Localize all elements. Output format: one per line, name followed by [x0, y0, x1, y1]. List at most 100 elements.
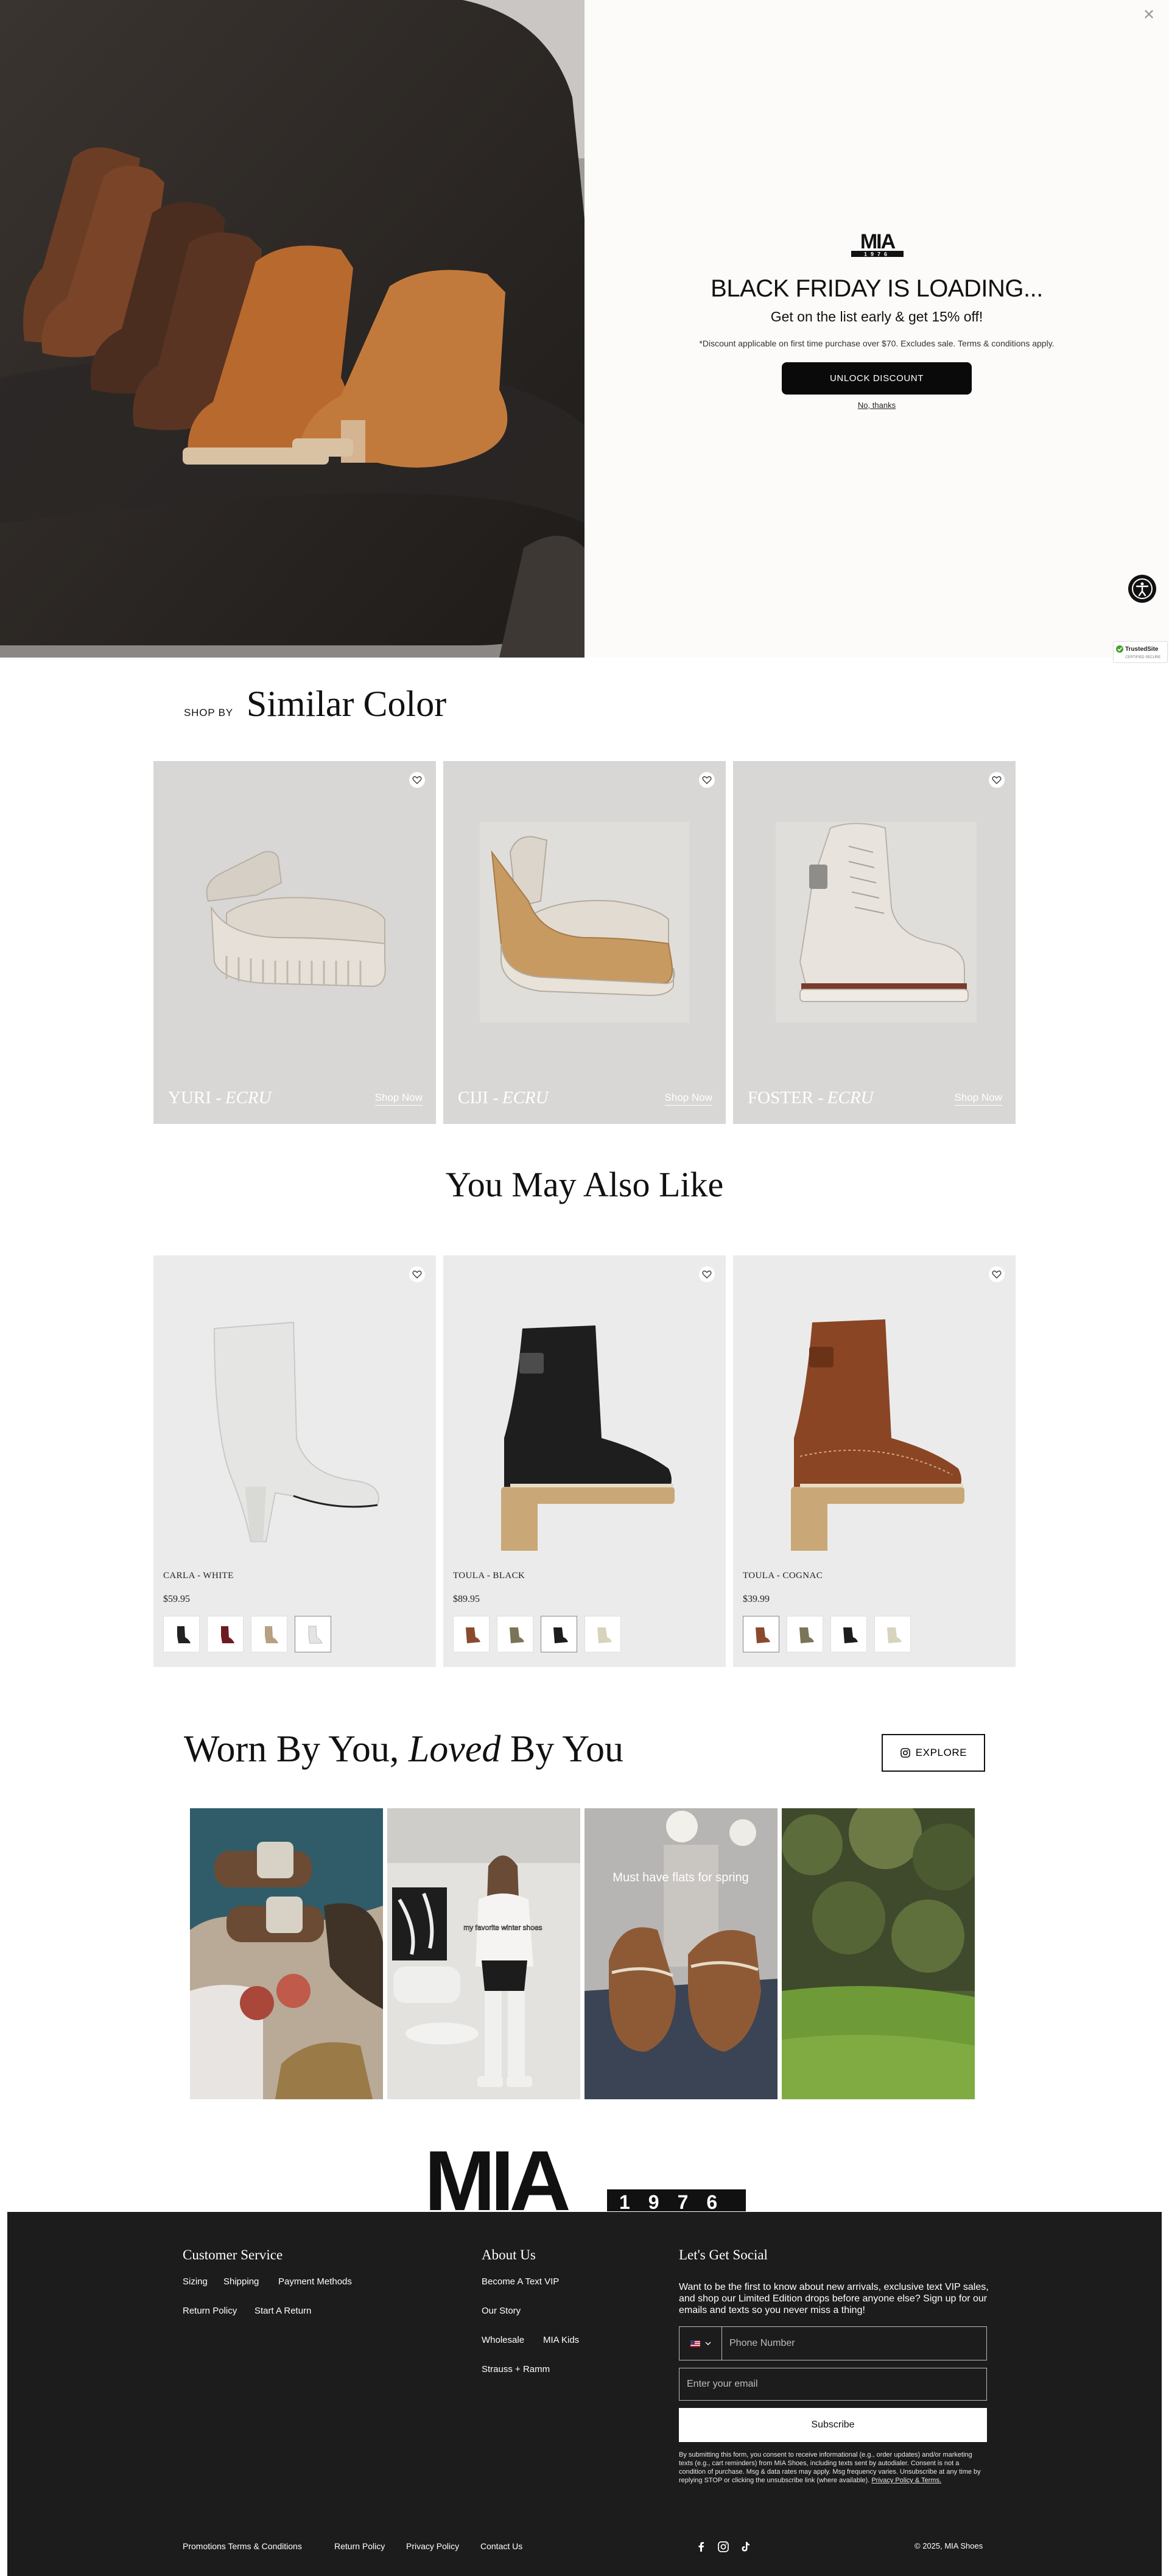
explore-button[interactable]: EXPLORE [882, 1734, 985, 1772]
wishlist-heart-icon[interactable] [699, 1266, 715, 1282]
product-name[interactable]: TOULA - COGNAC [743, 1571, 823, 1581]
footer-link-privacy-policy[interactable]: Privacy Policy [406, 2541, 459, 2551]
color-swatches [453, 1616, 621, 1652]
footer-link-shipping[interactable]: Shipping [223, 2276, 259, 2287]
color-card-foster[interactable]: FOSTER - ECRU Shop Now [733, 761, 1016, 1124]
swatch-taupe[interactable] [251, 1616, 287, 1652]
mia-footer-logo: MIA 1976 [424, 2146, 746, 2211]
ugc-photo-white-boots[interactable]: my favorite winter shoes [387, 1808, 580, 2099]
signup-popup: ✕ MIA 1976 BLACK FRIDAY IS LOADING... Ge… [0, 0, 1169, 663]
swatch-black[interactable] [830, 1616, 867, 1652]
product-price: $89.95 [453, 1594, 480, 1604]
footer-link-mia-kids[interactable]: MIA Kids [543, 2335, 579, 2345]
privacy-policy-terms-link[interactable]: Privacy Policy & Terms. [871, 2477, 941, 2484]
product-name[interactable]: TOULA - BLACK [453, 1571, 525, 1581]
badge-subtitle: CERTIFIED SECURE [1125, 656, 1160, 659]
wishlist-heart-icon[interactable] [409, 1266, 425, 1282]
social-signup-text: Want to be the first to know about new a… [679, 2282, 989, 2315]
swatch-olive[interactable] [787, 1616, 823, 1652]
shop-now-link[interactable]: Shop Now [954, 1092, 1002, 1106]
footer-link-strauss-ramm[interactable]: Strauss + Ramm [482, 2364, 550, 2374]
wishlist-heart-icon[interactable] [989, 1266, 1005, 1282]
lets-get-social-heading: Let's Get Social [679, 2247, 768, 2262]
product-card-carla-white[interactable]: CARLA - WHITE $59.95 [153, 1255, 436, 1667]
card-color-name: ECRU [502, 1088, 549, 1107]
footer-link-bottom-return-policy[interactable]: Return Policy [334, 2541, 385, 2551]
toula-cognac-boot-image [791, 1319, 964, 1551]
phone-field [679, 2326, 987, 2360]
card-product-name: YURI [168, 1088, 211, 1107]
subscribe-button[interactable]: Subscribe [679, 2408, 987, 2442]
accessibility-icon[interactable] [1128, 575, 1156, 603]
wishlist-heart-icon[interactable] [409, 772, 425, 788]
shop-now-link[interactable]: Shop Now [664, 1092, 712, 1106]
svg-text:MIA: MIA [424, 2146, 569, 2211]
site-footer: Customer Service Sizing Shipping Payment… [7, 2212, 1162, 2576]
popup-subheadline: Get on the list early & get 15% off! [770, 309, 983, 325]
color-card-ciji[interactable]: CIJI - ECRU Shop Now [443, 761, 726, 1124]
ugc-photo-sandals[interactable] [190, 1808, 383, 2099]
swatch-cognac[interactable] [743, 1616, 779, 1652]
swatch-white[interactable] [295, 1616, 331, 1652]
swatch-burgundy[interactable] [207, 1616, 244, 1652]
trustedsite-badge[interactable]: TrustedSite CERTIFIED SECURE [1113, 641, 1168, 663]
footer-link-wholesale[interactable]: Wholesale [482, 2335, 524, 2345]
footer-link-start-a-return[interactable]: Start A Return [255, 2306, 311, 2316]
product-card-toula-cognac[interactable]: TOULA - COGNAC $39.99 [733, 1255, 1016, 1667]
wishlist-heart-icon[interactable] [699, 772, 715, 788]
instagram-icon [900, 1748, 910, 1758]
no-thanks-link[interactable]: No, thanks [584, 401, 1169, 410]
badge-title: TrustedSite [1125, 646, 1159, 653]
shop-now-link[interactable]: Shop Now [374, 1092, 423, 1106]
color-card-yuri[interactable]: YURI - ECRU Shop Now [153, 761, 436, 1124]
popup-boots-photo [0, 0, 584, 658]
email-input[interactable] [679, 2368, 987, 2401]
card-color-name: ECRU [827, 1088, 874, 1107]
svg-text:1976: 1976 [864, 251, 891, 258]
ugc-caption: Must have flats for spring [613, 1871, 748, 1884]
ugc-photo-grass[interactable] [782, 1808, 975, 2099]
unlock-discount-button[interactable]: UNLOCK DISCOUNT [782, 362, 972, 395]
product-card-toula-black[interactable]: TOULA - BLACK $89.95 [443, 1255, 726, 1667]
worn-title-italic: Loved [408, 1728, 501, 1770]
instagram-icon[interactable] [717, 2541, 729, 2553]
ugc-photo-flats[interactable]: Must have flats for spring [584, 1808, 778, 2099]
svg-text:1976: 1976 [619, 2191, 735, 2211]
footer-link-our-story[interactable]: Our Story [482, 2306, 521, 2316]
popup-terms: *Discount applicable on first time purch… [699, 339, 1055, 348]
shop-by-label: SHOP BY [184, 707, 233, 718]
footer-link-payment-methods[interactable]: Payment Methods [278, 2276, 352, 2287]
product-name[interactable]: CARLA - WHITE [163, 1571, 234, 1581]
swatch-black[interactable] [541, 1616, 577, 1652]
worn-title-end: By You [510, 1728, 623, 1770]
footer-link-text-vip[interactable]: Become A Text VIP [482, 2276, 559, 2287]
popup-headline: BLACK FRIDAY IS LOADING... [711, 275, 1043, 302]
swatch-cream[interactable] [584, 1616, 621, 1652]
footer-link-promotions-terms[interactable]: Promotions Terms & Conditions [183, 2541, 302, 2551]
phone-number-input[interactable] [722, 2327, 986, 2360]
facebook-icon[interactable] [695, 2541, 707, 2553]
foster-boot-image [733, 761, 1016, 1124]
swatch-black[interactable] [163, 1616, 200, 1652]
color-card-title: YURI - ECRU [168, 1088, 272, 1107]
close-icon[interactable]: ✕ [1140, 6, 1158, 24]
swatch-cognac[interactable] [453, 1616, 490, 1652]
color-card-title: FOSTER - ECRU [748, 1088, 874, 1107]
product-price: $39.99 [743, 1594, 770, 1604]
similar-color-title: Similar Color [246, 684, 447, 724]
you-may-also-like-title: You May Also Like [445, 1165, 724, 1204]
color-swatches [163, 1616, 331, 1652]
popup-panel: ✕ MIA 1976 BLACK FRIDAY IS LOADING... Ge… [584, 0, 1169, 658]
footer-link-contact-us[interactable]: Contact Us [480, 2541, 522, 2551]
copyright-text: © 2025, MIA Shoes [914, 2541, 983, 2550]
swatch-olive[interactable] [497, 1616, 533, 1652]
country-code-dropdown[interactable] [679, 2327, 722, 2360]
footer-link-return-policy[interactable]: Return Policy [183, 2306, 237, 2316]
swatch-cream[interactable] [874, 1616, 911, 1652]
ugc-caption: my favorite winter shoes [463, 1923, 542, 1932]
footer-link-sizing[interactable]: Sizing [183, 2276, 208, 2287]
similar-color-heading: SHOP BY Similar Color [184, 683, 446, 726]
tiktok-icon[interactable] [739, 2541, 751, 2553]
customer-service-heading: Customer Service [183, 2247, 283, 2262]
wishlist-heart-icon[interactable] [989, 772, 1005, 788]
